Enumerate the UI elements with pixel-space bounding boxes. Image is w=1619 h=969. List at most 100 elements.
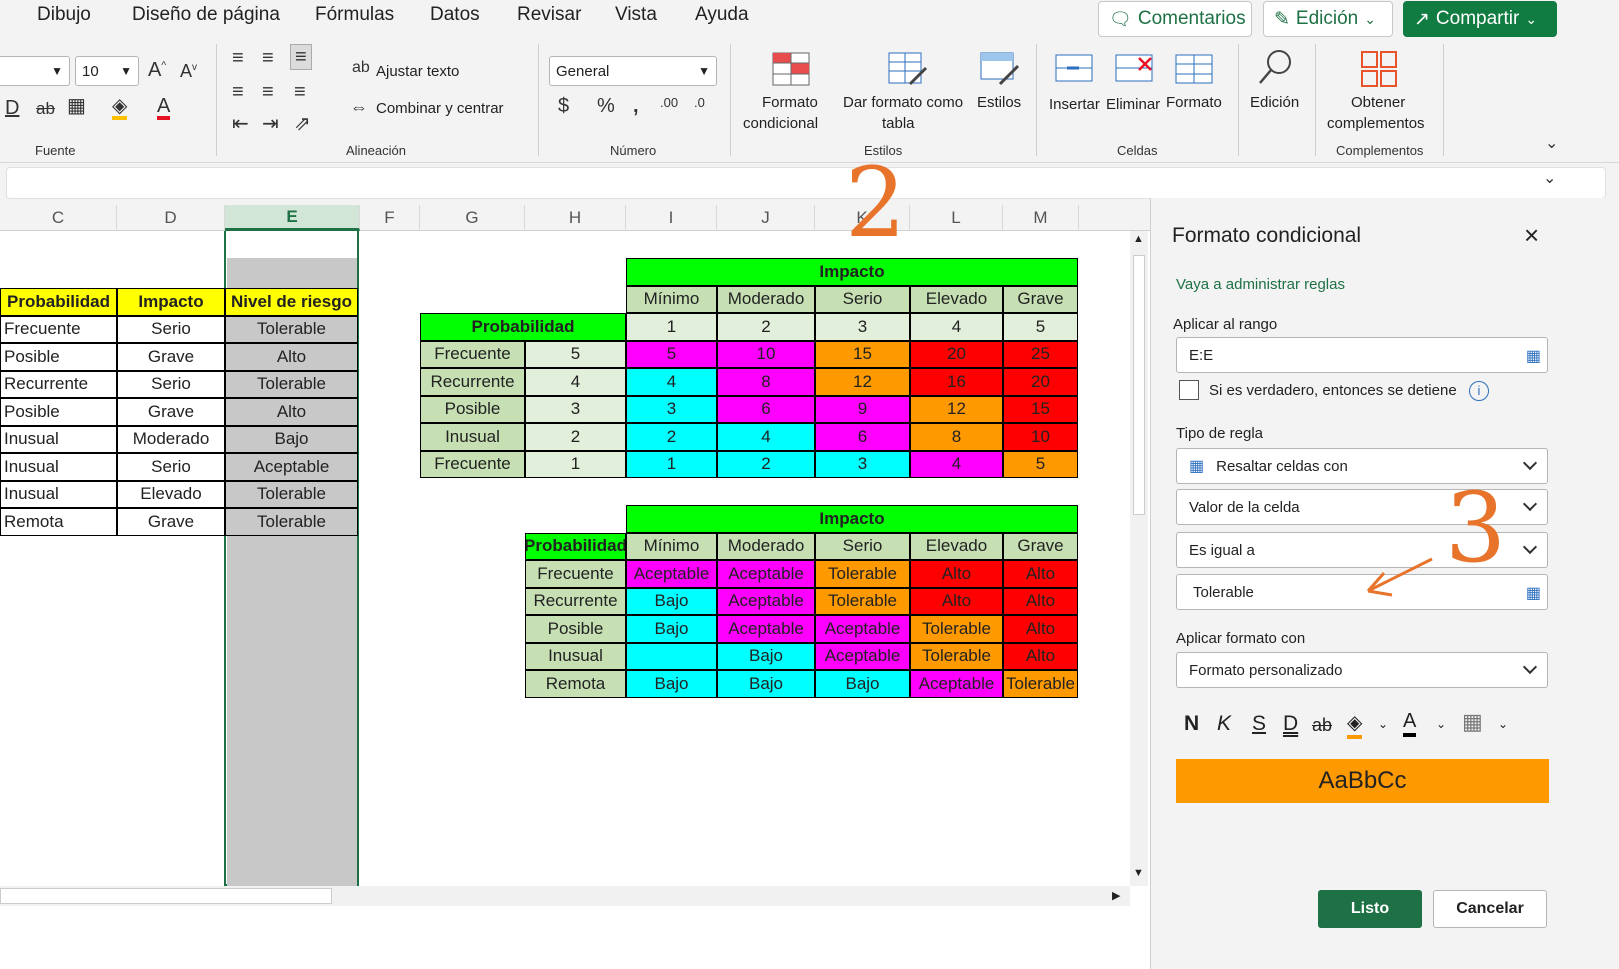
matrix2-level-cell[interactable]: Tolerable (910, 642, 1003, 670)
matrix2-level-cell[interactable]: Alto (910, 587, 1003, 615)
range-picker-icon[interactable]: ▦ (1526, 583, 1541, 603)
left-table-cell[interactable]: Tolerable (225, 508, 358, 536)
vertical-scroll-thumb[interactable] (1133, 255, 1145, 515)
insert-label[interactable]: Insertar (1049, 96, 1100, 113)
number-format-dropdown[interactable]: General ▼ (549, 56, 717, 86)
matrix1-score-cell[interactable]: 12 (910, 395, 1003, 423)
conditional-format-icon[interactable] (770, 50, 812, 88)
double-underline-icon[interactable]: D (5, 98, 19, 118)
left-table-cell[interactable]: Posible (0, 398, 117, 426)
column-header-g[interactable]: G (420, 205, 525, 231)
collapse-ribbon-icon[interactable]: ⌄ (1545, 136, 1558, 152)
matrix1-impact-label[interactable]: Mínimo (626, 285, 717, 313)
left-table-cell[interactable]: Frecuente (0, 315, 117, 343)
matrix1-score-cell[interactable]: 25 (1003, 340, 1078, 368)
matrix2-impact-label[interactable]: Grave (1003, 532, 1078, 560)
matrix2-level-cell[interactable]: Tolerable (1003, 670, 1078, 698)
left-table-cell[interactable]: Moderado (117, 425, 225, 453)
matrix1-score-cell[interactable]: 3 (626, 395, 717, 423)
matrix2-level-cell[interactable]: Bajo (626, 670, 717, 698)
column-header-m[interactable]: M (1003, 205, 1079, 231)
matrix2-level-cell[interactable]: Bajo (815, 670, 910, 698)
strikethrough-icon[interactable]: ab (36, 100, 55, 117)
matrix2-level-cell[interactable]: Aceptable (815, 615, 910, 643)
matrix1-score-cell[interactable]: 4 (717, 423, 815, 451)
left-table-cell[interactable]: Aceptable (225, 453, 358, 481)
manage-rules-link[interactable]: Vaya a administrar reglas (1176, 276, 1345, 293)
left-table-cell[interactable]: Elevado (117, 480, 225, 508)
font-size-dropdown[interactable]: 10 ▼ (75, 56, 139, 86)
matrix1-score-cell[interactable]: 10 (1003, 423, 1078, 451)
matrix1-impact-number[interactable]: 5 (1003, 313, 1078, 341)
left-table-cell[interactable]: Tolerable (225, 370, 358, 398)
borders-icon[interactable]: ▦ (67, 96, 86, 116)
left-table-cell[interactable]: Alto (225, 398, 358, 426)
menu-datos[interactable]: Datos (430, 4, 480, 26)
strikethrough-button[interactable]: ab (1312, 715, 1332, 736)
left-table-header[interactable]: Impacto (117, 288, 225, 316)
double-underline-button[interactable]: D (1283, 712, 1298, 736)
left-table-cell[interactable]: Inusual (0, 425, 117, 453)
matrix1-impact-label[interactable]: Moderado (717, 285, 815, 313)
matrix2-row-label[interactable]: Recurrente (525, 587, 626, 615)
matrix1-impact-label[interactable]: Elevado (910, 285, 1003, 313)
decrease-font-icon[interactable]: Av (180, 62, 197, 80)
matrix1-score-cell[interactable]: 20 (910, 340, 1003, 368)
percent-icon[interactable]: % (597, 96, 615, 116)
column-header-l[interactable]: L (910, 205, 1003, 231)
close-icon[interactable]: × (1524, 220, 1539, 251)
scroll-down-icon[interactable]: ▼ (1133, 867, 1144, 879)
matrix1-impact-label[interactable]: Serio (815, 285, 910, 313)
menu-revisar[interactable]: Revisar (517, 4, 581, 26)
matrix1-row-number[interactable]: 5 (525, 340, 626, 368)
matrix2-title[interactable]: Impacto (626, 505, 1078, 533)
share-button[interactable]: ↗ Compartir ⌄ (1403, 1, 1557, 37)
edit-mode-button[interactable]: ✎ Edición ⌄ (1263, 1, 1393, 37)
matrix1-row-label[interactable]: Frecuente (420, 340, 525, 368)
bold-button[interactable]: N (1184, 712, 1199, 736)
matrix2-level-cell[interactable]: Aceptable (717, 615, 815, 643)
matrix1-score-cell[interactable]: 1 (626, 450, 717, 478)
matrix2-level-cell[interactable]: Aceptable (910, 670, 1003, 698)
left-table-header[interactable]: Probabilidad (0, 288, 117, 316)
addins-label1[interactable]: Obtener (1351, 94, 1405, 111)
column-header-j[interactable]: J (717, 205, 815, 231)
matrix2-level-cell[interactable]: Bajo (626, 587, 717, 615)
search-icon[interactable] (1255, 48, 1297, 86)
horizontal-scrollbar[interactable]: ▶ (0, 886, 1130, 906)
column-header-c[interactable]: C (0, 205, 117, 231)
format-as-table-label1[interactable]: Dar formato como (843, 94, 963, 111)
left-table-cell[interactable]: Grave (117, 508, 225, 536)
matrix1-score-cell[interactable]: 5 (626, 340, 717, 368)
matrix2-level-cell[interactable]: Alto (1003, 587, 1078, 615)
left-table-cell[interactable]: Serio (117, 370, 225, 398)
decrease-indent-icon[interactable]: ⇤ (232, 114, 249, 134)
matrix1-row-number[interactable]: 1 (525, 450, 626, 478)
font-name-dropdown[interactable]: ▼ (0, 56, 70, 86)
matrix1-score-cell[interactable]: 6 (815, 423, 910, 451)
underline-button[interactable]: S (1252, 712, 1266, 736)
matrix1-title[interactable]: Impacto (626, 258, 1078, 286)
matrix1-score-cell[interactable]: 4 (910, 450, 1003, 478)
matrix1-row-number[interactable]: 2 (525, 423, 626, 451)
matrix1-score-cell[interactable]: 12 (815, 368, 910, 396)
matrix1-row-label[interactable]: Posible (420, 395, 525, 423)
cancel-button[interactable]: Cancelar (1433, 890, 1547, 928)
fill-color-icon[interactable]: ◈ (1347, 710, 1363, 739)
formula-input[interactable] (6, 167, 1606, 199)
worksheet-grid[interactable]: 1 ProbabilidadImpactoNivel de riesgoFrec… (0, 231, 1130, 886)
insert-cells-icon[interactable] (1053, 50, 1095, 88)
matrix2-level-cell[interactable]: Alto (1003, 642, 1078, 670)
matrix2-level-cell[interactable]: Bajo (717, 642, 815, 670)
matrix2-impact-label[interactable]: Mínimo (626, 532, 717, 560)
left-table-cell[interactable]: Serio (117, 315, 225, 343)
currency-icon[interactable]: $ (558, 96, 569, 116)
column-header-i[interactable]: I (626, 205, 717, 231)
matrix1-row-number[interactable]: 3 (525, 395, 626, 423)
menu-formulas[interactable]: Fórmulas (315, 4, 394, 26)
matrix1-score-cell[interactable]: 10 (717, 340, 815, 368)
format-label[interactable]: Formato (1166, 94, 1222, 111)
matrix2-level-cell[interactable]: Tolerable (815, 587, 910, 615)
align-right-icon[interactable]: ≡ (294, 82, 306, 102)
left-table-cell[interactable]: Posible (0, 343, 117, 371)
